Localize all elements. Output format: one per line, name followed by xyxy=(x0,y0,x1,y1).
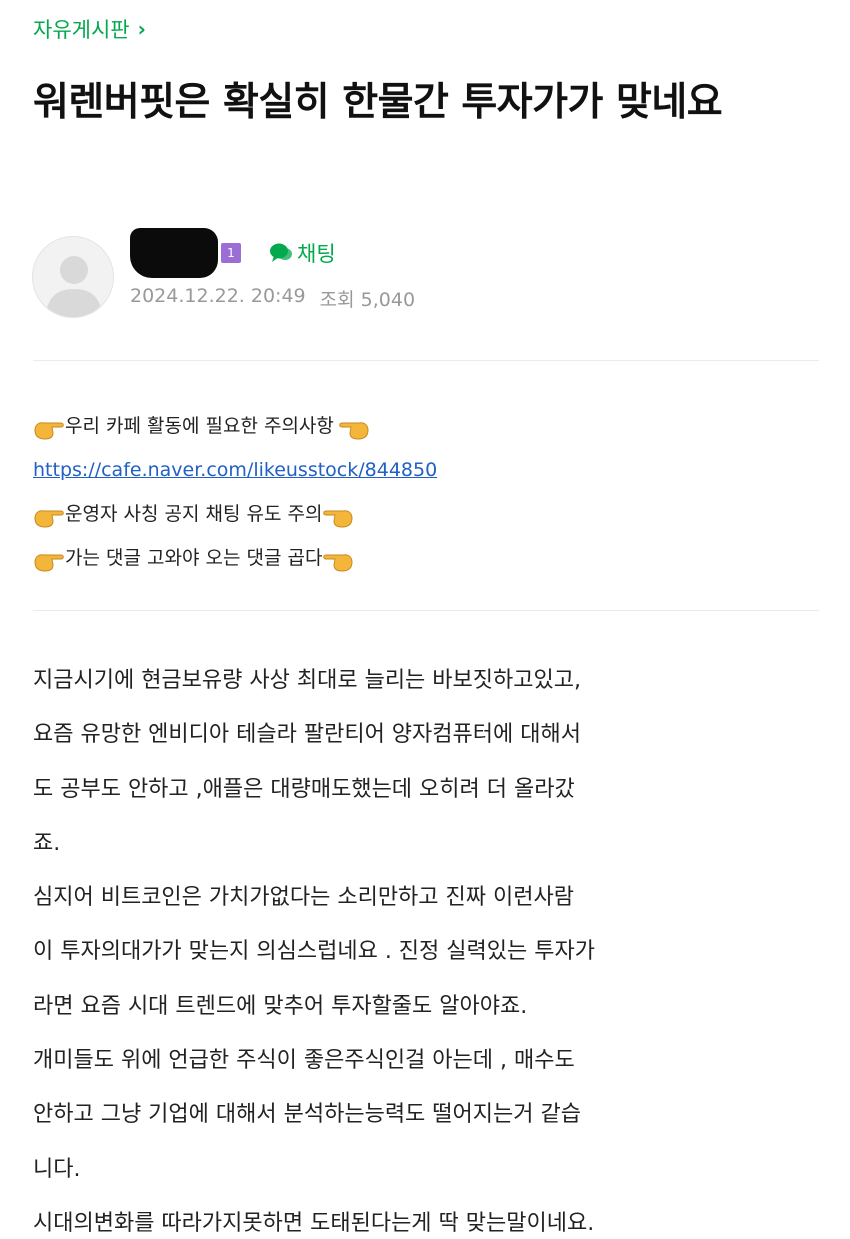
author-name-redacted[interactable]: ■■■■ xyxy=(130,228,218,278)
board-breadcrumb-link[interactable]: 자유게시판 › xyxy=(33,14,146,44)
pointing-hand-right-icon xyxy=(33,413,65,440)
body-line: 안하고 그냥 기업에 대해서 분석하는능력도 떨어지는거 같습 xyxy=(33,1102,581,1128)
pointing-hand-left-icon xyxy=(338,413,370,440)
body-line: 도 공부도 안하고 ,애플은 대량매도했는데 오히려 더 올라갔 xyxy=(33,776,575,802)
body-line: 개미들도 위에 언급한 주식이 좋은주식인걸 아는데 , 매수도 xyxy=(33,1048,575,1074)
header-divider xyxy=(33,360,819,361)
cafe-notice: 우리 카페 활동에 필요한 주의사항 https://cafe.naver.co… xyxy=(33,404,437,580)
views-label: 조회 xyxy=(319,289,355,311)
default-avatar-icon[interactable] xyxy=(32,236,114,318)
post-meta: 2024.12.22. 20:49 조회 5,040 xyxy=(130,285,415,312)
board-name: 자유게시판 xyxy=(33,18,130,42)
pointing-hand-left-icon xyxy=(322,545,354,572)
notice-text-3: 운영자 사칭 공지 채팅 유도 주의 xyxy=(65,503,323,525)
notice-line: 가는 댓글 고와야 오는 댓글 곱다 xyxy=(33,536,437,580)
body-line: 지금시기에 현금보유량 사상 최대로 늘리는 바보짓하고있고, xyxy=(33,668,581,693)
notice-line: 우리 카페 활동에 필요한 주의사항 xyxy=(33,404,437,448)
body-line: 죠. xyxy=(33,830,61,856)
views-value: 5,040 xyxy=(360,289,416,311)
post-body: 지금시기에 현금보유량 사상 최대로 늘리는 바보짓하고있고, 요즘 유망한 엔… xyxy=(33,654,823,1239)
views-count: 조회 5,040 xyxy=(320,285,415,312)
pointing-hand-left-icon xyxy=(322,501,354,528)
post-date: 2024.12.22. 20:49 xyxy=(130,285,306,307)
chevron-right-icon: › xyxy=(137,17,146,41)
pointing-hand-right-icon xyxy=(33,545,65,572)
pointing-hand-right-icon xyxy=(33,501,65,528)
post-title: 워렌버핏은 확실히 한물간 투자가가 맞네요 xyxy=(33,80,723,125)
body-line: 이 투자의대가가 맞는지 의심스럽네요 . 진정 실력있는 투자가 xyxy=(33,939,595,965)
body-line: 라면 요즘 시대 트렌드에 맞추어 투자할줄도 알아야죠. xyxy=(33,993,528,1019)
notice-line: 운영자 사칭 공지 채팅 유도 주의 xyxy=(33,492,437,536)
notice-divider xyxy=(33,610,819,611)
chat-button[interactable]: 채팅 xyxy=(269,238,336,268)
chat-bubble-icon xyxy=(270,243,292,262)
chat-label: 채팅 xyxy=(297,242,336,266)
author-row: ■■■■ 1 채팅 xyxy=(130,228,336,278)
member-level-badge: 1 xyxy=(221,243,241,263)
notice-text-4: 가는 댓글 고와야 오는 댓글 곱다 xyxy=(65,547,323,569)
body-line: 요즘 유망한 엔비디아 테슬라 팔란티어 양자컴퓨터에 대해서 xyxy=(33,722,581,748)
body-line: 니다. xyxy=(33,1156,81,1182)
notice-line: https://cafe.naver.com/likeusstock/84485… xyxy=(33,448,437,492)
body-line: 심지어 비트코인은 가치가없다는 소리만하고 진짜 이런사람 xyxy=(33,885,574,911)
notice-text-1: 우리 카페 활동에 필요한 주의사항 xyxy=(65,415,334,437)
notice-link[interactable]: https://cafe.naver.com/likeusstock/84485… xyxy=(33,448,437,492)
body-line: 시대의변화를 따라가지못하면 도태된다는게 딱 맞는말이네요. xyxy=(33,1210,595,1236)
